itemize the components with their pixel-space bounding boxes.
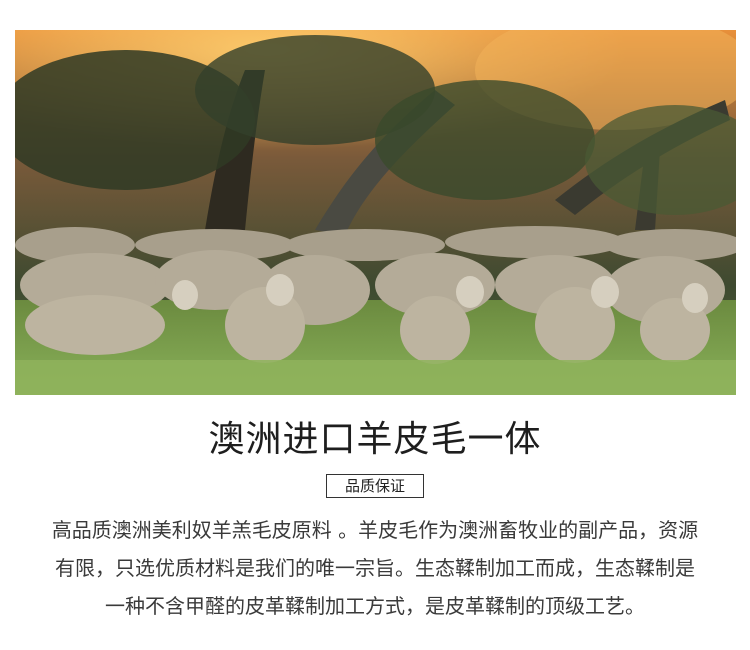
hero-photo	[15, 30, 736, 395]
product-description: 高品质澳洲美利奴羊羔毛皮原料 。羊皮毛作为澳洲畜牧业的副产品，资源有限，只选优质…	[51, 518, 699, 618]
page-title: 澳洲进口羊皮毛一体	[208, 419, 542, 460]
quality-badge: 品质保证	[326, 474, 424, 498]
sheep-flock-image	[15, 30, 736, 395]
